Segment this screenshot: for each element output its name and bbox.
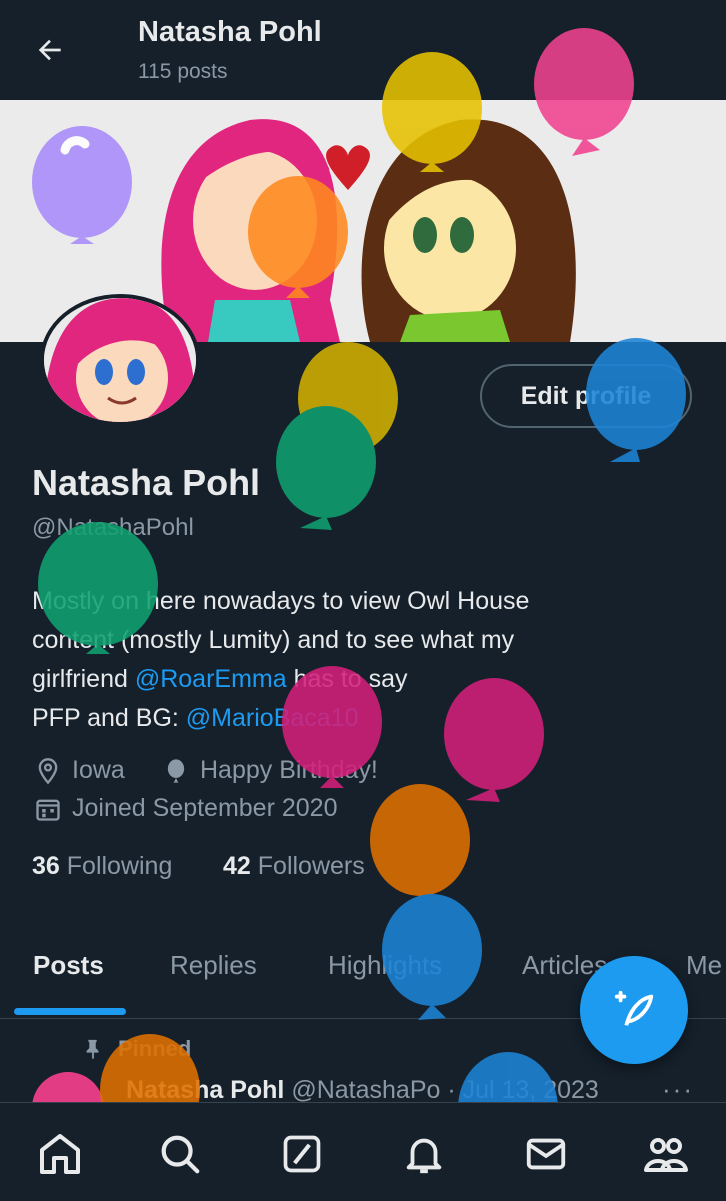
nav-home[interactable] [30,1124,90,1184]
nav-communities[interactable] [636,1124,696,1184]
mail-icon [526,1138,566,1170]
home-icon [40,1134,80,1174]
compose-feather-icon [614,990,654,1026]
balloon-yellow [382,52,482,172]
search-icon [161,1135,200,1174]
nav-grok[interactable] [272,1124,332,1184]
nav-notifications[interactable] [394,1124,454,1184]
balloon-blue-2 [382,894,482,1020]
bell-icon [406,1138,442,1174]
balloon-orange-2 [370,784,470,910]
balloon-green [276,406,376,530]
balloon-purple [32,126,132,244]
balloon-magenta [282,666,382,788]
nav-messages[interactable] [516,1124,576,1184]
balloon-green-2 [38,522,158,654]
grok-icon [283,1135,321,1173]
balloon-pink [534,28,634,156]
balloon-orange [248,176,348,298]
communities-icon [644,1138,688,1172]
balloon-magenta-2 [444,678,544,802]
bottom-navigation [0,1102,726,1201]
compose-post-button[interactable] [580,956,688,1064]
balloon-blue [586,338,686,462]
nav-search[interactable] [150,1124,210,1184]
